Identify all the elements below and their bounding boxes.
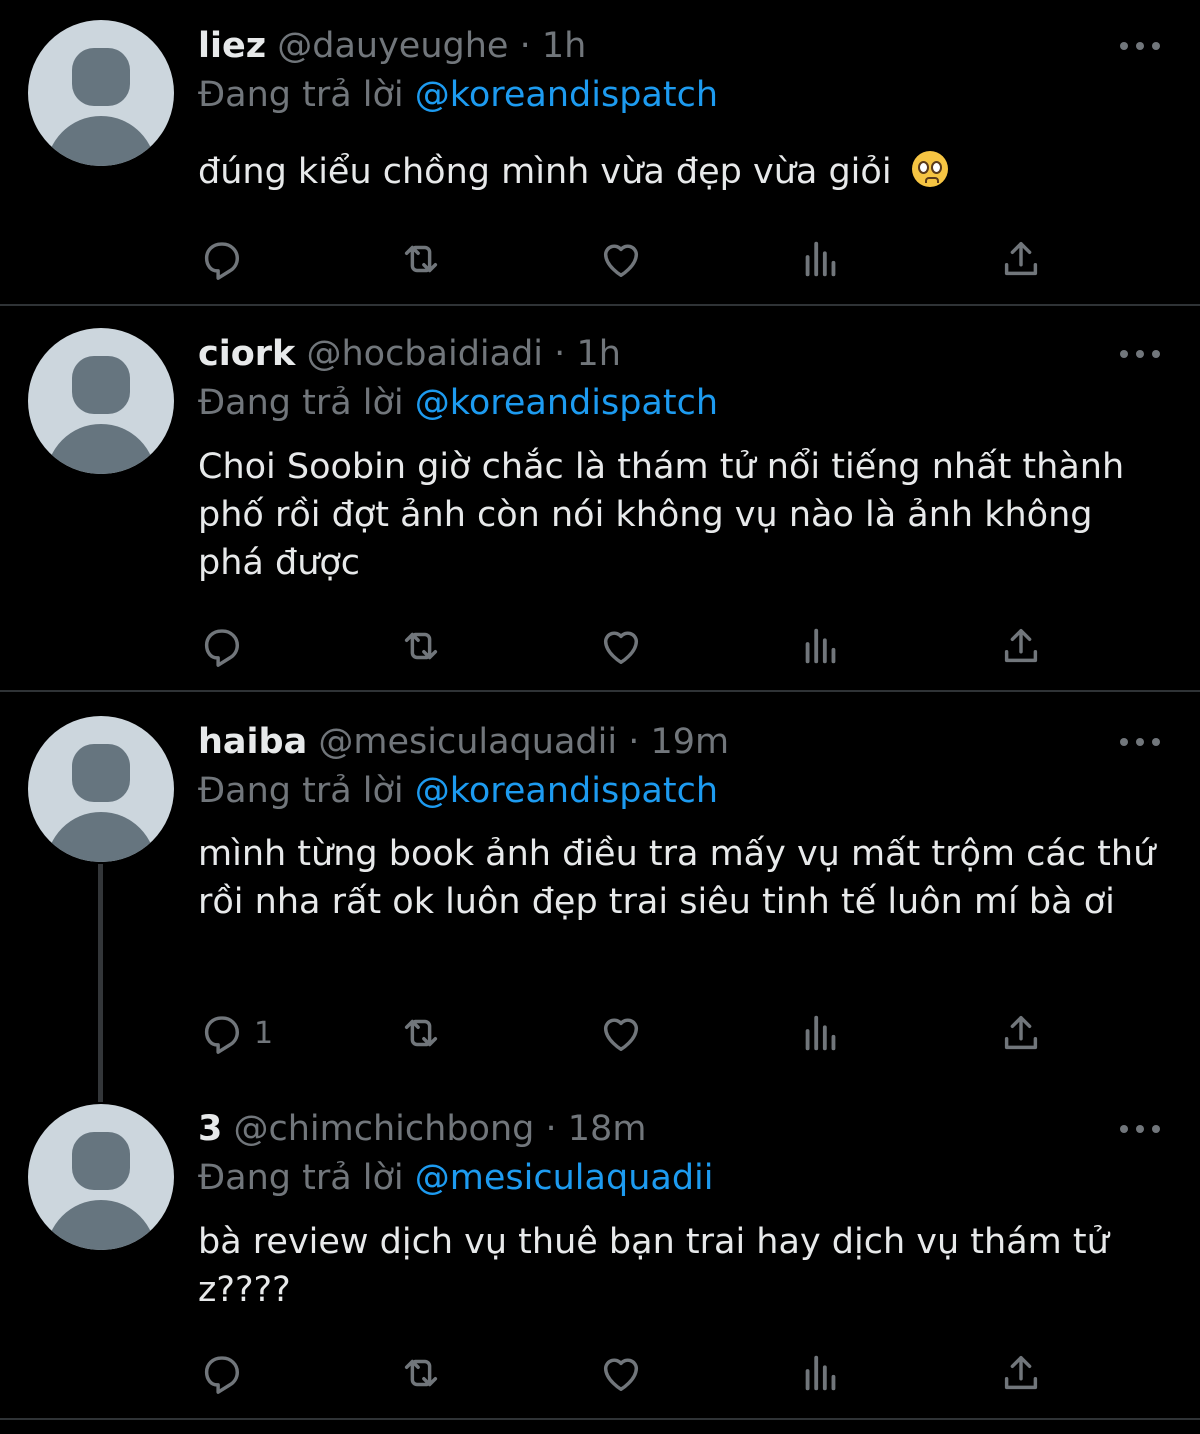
reply-prefix: Đang trả lời	[198, 383, 404, 423]
retweet-button[interactable]	[398, 1348, 444, 1398]
retweet-icon	[404, 245, 438, 273]
reply-icon	[204, 1016, 240, 1054]
views-icon	[805, 628, 836, 664]
display-name[interactable]: liez	[198, 26, 266, 66]
user-handle[interactable]: @hocbaidiadi	[306, 334, 543, 374]
user-handle[interactable]: @dauyeughe	[277, 26, 508, 66]
more-icon[interactable]	[1120, 344, 1164, 364]
timestamp[interactable]: 19m	[650, 722, 729, 762]
tweet-text: mình từng book ảnh điều tra mấy vụ mất t…	[198, 834, 1156, 922]
views-button[interactable]	[798, 621, 844, 671]
user-handle[interactable]: @mesiculaquadii	[318, 722, 617, 762]
share-icon	[1004, 1015, 1038, 1050]
separator-dot: ·	[554, 334, 566, 374]
reply-prefix: Đang trả lời	[198, 75, 404, 115]
like-button[interactable]	[598, 234, 644, 284]
reply-button[interactable]	[198, 1348, 254, 1398]
retweet-button[interactable]	[398, 621, 444, 671]
replying-to: Đang trả lời @mesiculaquadii	[198, 1156, 714, 1200]
replying-to: Đang trả lời @koreandispatch	[198, 769, 718, 813]
views-icon	[805, 1015, 836, 1051]
retweet-button[interactable]	[398, 234, 444, 284]
reply-mention-link[interactable]: @koreandispatch	[415, 771, 718, 811]
tweet-text-content: đúng kiểu chồng mình vừa đẹp vừa giỏi	[198, 152, 892, 192]
share-button[interactable]	[998, 234, 1044, 284]
tweet-actions	[198, 234, 1058, 284]
more-icon[interactable]	[1120, 36, 1164, 56]
views-button[interactable]	[798, 1008, 844, 1058]
views-icon	[805, 241, 836, 277]
like-icon	[603, 631, 639, 665]
share-icon	[1004, 1355, 1038, 1390]
timestamp[interactable]: 1h	[576, 334, 620, 374]
tweet[interactable]: ciork @hocbaidiadi · 1h Đang trả lời @ko…	[0, 306, 1200, 690]
tweet-header: haiba @mesiculaquadii · 19m	[198, 720, 729, 764]
tweet-text: đúng kiểu chồng mình vừa đẹp vừa giỏi	[198, 148, 1158, 196]
reply-prefix: Đang trả lời	[198, 771, 404, 811]
views-button[interactable]	[798, 1348, 844, 1398]
avatar[interactable]	[28, 716, 174, 862]
tweet-text: Choi Soobin giờ chắc là thám tử nổi tiến…	[198, 447, 1125, 583]
reply-mention-link[interactable]: @koreandispatch	[415, 75, 718, 115]
user-handle[interactable]: @chimchichbong	[234, 1109, 535, 1149]
retweet-icon	[404, 1019, 438, 1047]
separator-dot: ·	[545, 1109, 557, 1149]
views-button[interactable]	[798, 234, 844, 284]
reply-icon	[204, 629, 240, 667]
display-name[interactable]: haiba	[198, 722, 307, 762]
views-icon	[805, 1355, 836, 1391]
tweet[interactable]: liez @dauyeughe · 1h Đang trả lời @korea…	[0, 0, 1200, 304]
replying-to: Đang trả lời @koreandispatch	[198, 73, 718, 117]
more-icon[interactable]	[1120, 732, 1164, 752]
tweet[interactable]: 3 @chimchichbong · 18m Đang trả lời @mes…	[0, 1084, 1200, 1418]
like-button[interactable]	[598, 1348, 644, 1398]
tweet[interactable]: haiba @mesiculaquadii · 19m Đang trả lời…	[0, 692, 1200, 1084]
like-icon	[603, 244, 639, 278]
timestamp[interactable]: 1h	[542, 26, 586, 66]
pleading-face-emoji	[911, 151, 948, 187]
avatar[interactable]	[28, 328, 174, 474]
like-button[interactable]	[598, 1008, 644, 1058]
tweet-actions	[198, 621, 1058, 671]
separator-dot: ·	[628, 722, 640, 762]
tweet-divider	[0, 1418, 1200, 1420]
avatar[interactable]	[28, 1104, 174, 1250]
retweet-button[interactable]	[398, 1008, 444, 1058]
reply-mention-link[interactable]: @koreandispatch	[415, 383, 718, 423]
reply-count: 1	[254, 1015, 274, 1051]
replying-to: Đang trả lời @koreandispatch	[198, 381, 718, 425]
display-name[interactable]: ciork	[198, 334, 295, 374]
like-icon	[603, 1358, 639, 1392]
tweet-text: bà review dịch vụ thuê bạn trai hay dịch…	[198, 1222, 1109, 1310]
share-icon	[1004, 628, 1038, 663]
reply-button[interactable]: 1	[198, 1008, 273, 1058]
reply-button[interactable]	[198, 621, 254, 671]
reply-mention-link[interactable]: @mesiculaquadii	[415, 1158, 714, 1198]
share-button[interactable]	[998, 1348, 1044, 1398]
like-icon	[603, 1018, 639, 1052]
tweet-header: liez @dauyeughe · 1h	[198, 24, 586, 68]
tweet-header: 3 @chimchichbong · 18m	[198, 1107, 646, 1151]
share-icon	[1004, 241, 1038, 276]
tweet-header: ciork @hocbaidiadi · 1h	[198, 332, 621, 376]
reply-icon	[204, 242, 240, 280]
tweet-actions: 1	[198, 1008, 1058, 1058]
tweet-actions	[198, 1348, 1058, 1398]
display-name[interactable]: 3	[198, 1109, 222, 1149]
timestamp[interactable]: 18m	[568, 1109, 647, 1149]
more-icon[interactable]	[1120, 1119, 1164, 1139]
separator-dot: ·	[519, 26, 531, 66]
like-button[interactable]	[598, 621, 644, 671]
retweet-icon	[404, 1359, 438, 1387]
avatar[interactable]	[28, 20, 174, 166]
reply-button[interactable]	[198, 234, 254, 284]
reply-prefix: Đang trả lời	[198, 1158, 404, 1198]
retweet-icon	[404, 632, 438, 660]
share-button[interactable]	[998, 621, 1044, 671]
reply-icon	[204, 1356, 240, 1394]
share-button[interactable]	[998, 1008, 1044, 1058]
